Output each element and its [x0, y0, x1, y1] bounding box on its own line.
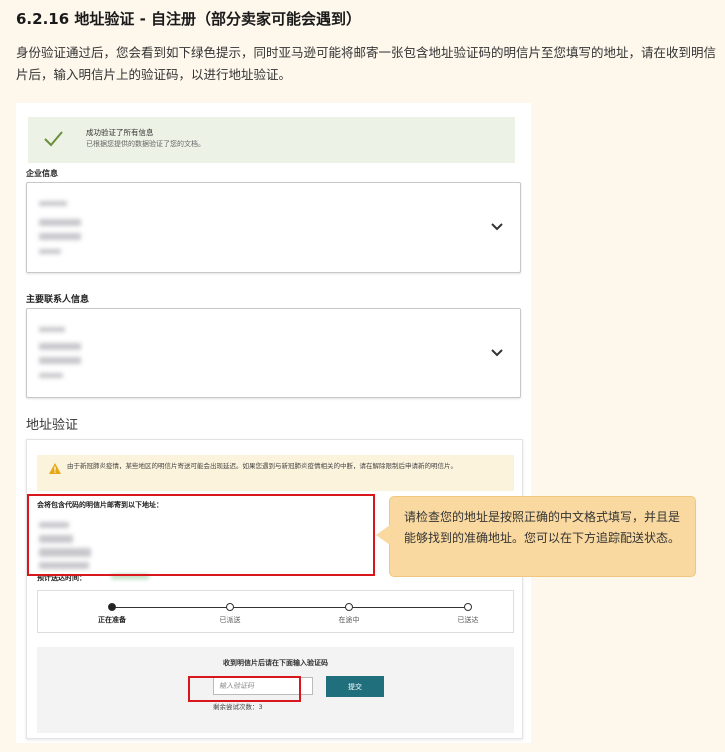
callout-note: 请检查您的地址是按照正确的中文格式填写，并且是能够找到的准确地址。您可以在下方追… [376, 496, 696, 577]
verify-prompt: 收到明信片后请在下面输入验证码 [223, 659, 328, 667]
success-subtitle: 已根据您提供的数据验证了您的文档。 [86, 140, 205, 148]
screenshot-panel: 成功验证了所有信息 已根据您提供的数据验证了您的文档。 企业信息 主要联系人信息… [16, 103, 531, 743]
address-highlight-box [27, 494, 375, 576]
chevron-down-icon[interactable] [490, 346, 504, 360]
step-dot-in-transit [345, 603, 353, 611]
intro-paragraph: 身份验证通过后，您会看到如下绿色提示，同时亚马逊可能将邮寄一张包含地址验证码的明… [16, 45, 717, 82]
callout-pointer [376, 525, 390, 545]
redacted-text [39, 373, 63, 378]
success-banner: 成功验证了所有信息 已根据您提供的数据验证了您的文档。 [28, 117, 515, 163]
redacted-text [39, 201, 67, 206]
callout-text: 请检查您的地址是按照正确的中文格式填写，并且是能够找到的准确地址。您可以在下方追… [404, 510, 681, 545]
business-info-dropdown[interactable] [26, 182, 521, 273]
redacted-text [39, 357, 81, 364]
warning-icon [49, 463, 61, 474]
page-heading: 6.2.16 地址验证 - 自注册（部分卖家可能会遇到） [16, 10, 362, 28]
business-info-label: 企业信息 [26, 169, 58, 178]
remaining-attempts: 剩余尝试次数：3 [213, 703, 263, 711]
step-label-dispatched: 已派送 [219, 616, 241, 624]
primary-contact-label: 主要联系人信息 [26, 295, 90, 305]
redacted-text [39, 249, 61, 254]
step-label-in-transit: 在途中 [338, 616, 360, 624]
step-label-delivered: 已送达 [457, 616, 479, 624]
submit-button[interactable]: 提交 [326, 676, 384, 697]
delivery-tracker: 正在准备 已派送 在途中 已送达 [37, 590, 514, 633]
step-label-preparing: 正在准备 [98, 616, 126, 624]
code-input-highlight-box [188, 676, 301, 702]
redacted-text [39, 327, 65, 332]
redacted-text [39, 343, 81, 350]
step-dot-delivered [464, 603, 472, 611]
chevron-down-icon[interactable] [490, 220, 504, 234]
address-verification-title: 地址验证 [26, 418, 79, 433]
step-dot-dispatched [226, 603, 234, 611]
redacted-text [39, 233, 81, 240]
tracker-line [112, 607, 468, 608]
step-dot-preparing [108, 603, 116, 611]
primary-contact-dropdown[interactable] [26, 308, 521, 398]
check-icon [44, 131, 63, 147]
success-title: 成功验证了所有信息 [86, 128, 154, 137]
covid-warning-banner: 由于新冠肺炎疫情，某些地区的明信片寄送可能会出现延迟。如果您遇到与新冠肺炎疫情相… [37, 455, 514, 491]
warning-text: 由于新冠肺炎疫情，某些地区的明信片寄送可能会出现延迟。如果您遇到与新冠肺炎疫情相… [67, 462, 457, 470]
redacted-text [39, 219, 81, 226]
